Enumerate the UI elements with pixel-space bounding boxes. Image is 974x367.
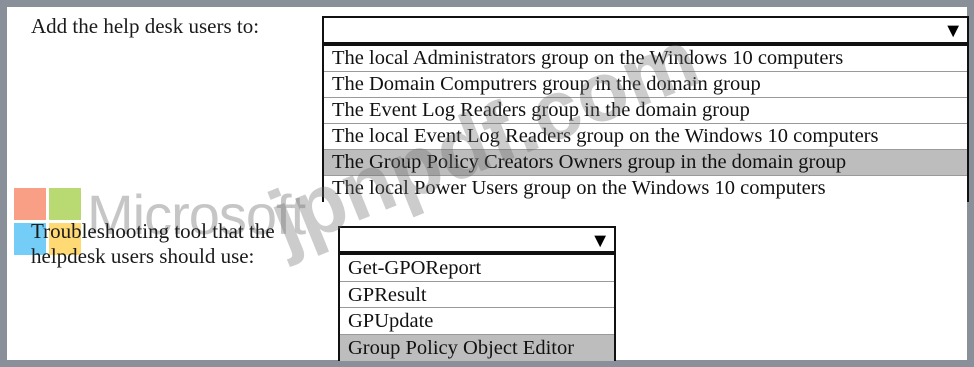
question1-option[interactable]: The local Event Log Readers group on the… [324, 124, 967, 150]
question1-option-highlighted[interactable]: The Group Policy Creators Owners group i… [324, 150, 967, 176]
question2-option[interactable]: Get-GPOReport [340, 255, 614, 282]
question1-options-list: The local Administrators group on the Wi… [322, 44, 969, 202]
question2-label: Troubleshooting tool that the helpdesk u… [31, 219, 275, 268]
question1-label: Add the help desk users to: [31, 14, 260, 38]
question2-option[interactable]: GPUpdate [340, 308, 614, 335]
question-panel: Add the help desk users to: ▼ The local … [0, 0, 974, 367]
question1-option[interactable]: The Event Log Readers group in the domai… [324, 98, 967, 124]
dropdown-arrow-icon[interactable]: ▼ [590, 231, 610, 251]
question2-option-highlighted[interactable]: Group Policy Object Editor [340, 334, 614, 361]
dropdown-arrow-icon[interactable]: ▼ [943, 21, 963, 41]
question2-option[interactable]: GPResult [340, 281, 614, 308]
question1-option[interactable]: The Domain Computrers group in the domai… [324, 72, 967, 98]
question2-dropdown[interactable]: ▼ [338, 226, 616, 253]
microsoft-logo-green-square [49, 188, 81, 220]
question1-option[interactable]: The local Administrators group on the Wi… [324, 46, 967, 72]
question2-options-list: Get-GPOReport GPResult GPUpdate Group Po… [338, 253, 616, 361]
question1-dropdown[interactable]: ▼ [322, 16, 969, 44]
question1-option[interactable]: The local Power Users group on the Windo… [324, 176, 967, 202]
microsoft-logo-red-square [14, 188, 46, 220]
